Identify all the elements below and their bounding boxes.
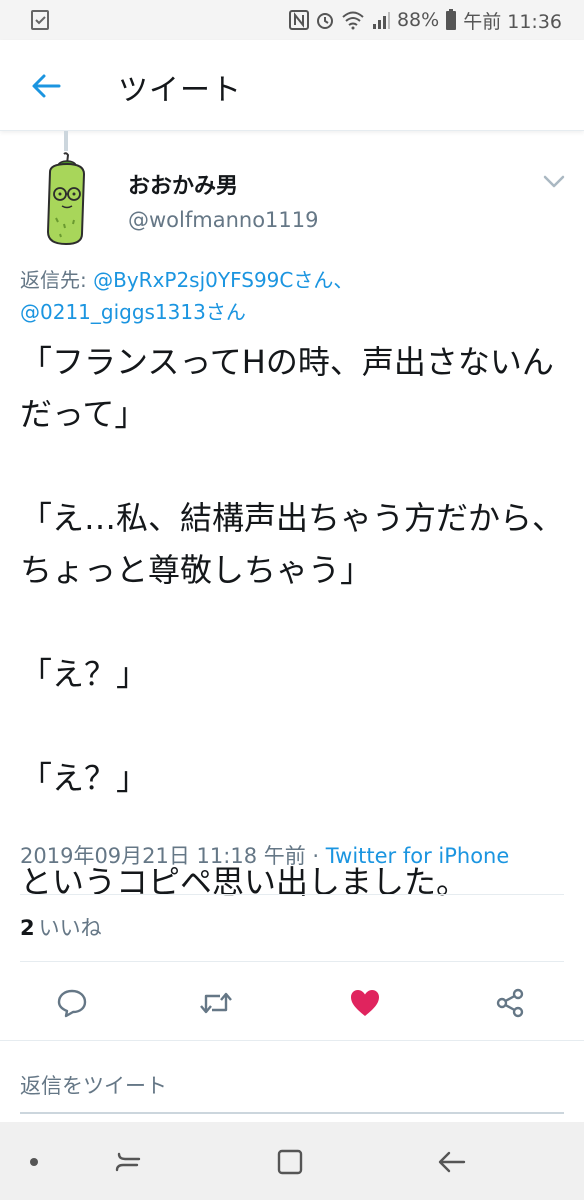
- tweet-timestamp: 2019年09月21日 11:18 午前 ·: [20, 844, 326, 868]
- status-bar: 88% 午前 11:36: [0, 0, 584, 40]
- tweet-text: 「フランスってHの時、声出さないんだって」 「え…私、結構声出ちゃう方だから、ち…: [20, 336, 568, 908]
- divider: [20, 894, 564, 895]
- nfc-icon: [288, 10, 309, 30]
- chevron-down-icon: [543, 175, 565, 188]
- more-options-button[interactable]: [540, 168, 568, 196]
- tweet-line: 「え？」: [20, 655, 149, 693]
- tweet-actions: [0, 975, 584, 1031]
- tweet-source-link[interactable]: Twitter for iPhone: [326, 844, 510, 868]
- back-button[interactable]: [26, 66, 66, 106]
- signal-icon: [371, 10, 391, 30]
- likes-label: いいね: [38, 916, 102, 940]
- reply-icon: [57, 989, 87, 1018]
- arrow-left-icon: [32, 74, 61, 98]
- thread-line: [64, 131, 68, 151]
- share-icon: [496, 988, 524, 1018]
- avatar[interactable]: [34, 152, 98, 248]
- heart-icon: [351, 990, 379, 1016]
- likes-summary[interactable]: 2 いいね: [20, 912, 102, 942]
- back-arrow-icon: [438, 1151, 466, 1173]
- dot-icon: [30, 1158, 38, 1166]
- tweet-line: 「フランスってHの時、声出さないんだって」: [20, 343, 554, 433]
- tweet-line: 「え？」: [20, 759, 149, 797]
- reply-prefix: 返信先:: [20, 268, 94, 292]
- battery-percent: 88%: [396, 9, 440, 31]
- clipboard-check-icon: [30, 9, 50, 31]
- retweet-button[interactable]: [198, 985, 234, 1021]
- retweet-icon: [200, 992, 232, 1014]
- like-button[interactable]: [347, 985, 383, 1021]
- battery-icon: [445, 9, 457, 31]
- author-name[interactable]: おおかみ男: [128, 168, 238, 200]
- status-icons: 88% 午前 11:36: [288, 6, 562, 34]
- reply-to: 返信先: @ByRxP2sj0YFS99Cさん、 @0211_giggs1313…: [20, 264, 570, 328]
- home-square-icon: [277, 1149, 303, 1175]
- share-button[interactable]: [492, 985, 528, 1021]
- system-back-button[interactable]: [432, 1142, 472, 1182]
- page-title: ツイート: [118, 73, 242, 108]
- likes-count: 2: [20, 916, 35, 940]
- recent-apps-button[interactable]: [108, 1142, 148, 1182]
- system-nav-bar: [0, 1122, 584, 1200]
- alarm-icon: [315, 10, 335, 30]
- home-button[interactable]: [270, 1142, 310, 1182]
- divider: [0, 1040, 584, 1041]
- nav-dot-button[interactable]: [14, 1142, 54, 1182]
- tweet-meta: 2019年09月21日 11:18 午前 · Twitter for iPhon…: [20, 840, 509, 870]
- wifi-icon: [341, 10, 365, 30]
- tweet-line: 「え…私、結構声出ちゃう方だから、ちょっと尊敬しちゃう」: [20, 499, 565, 589]
- reply-input[interactable]: 返信をツイート: [20, 1070, 167, 1100]
- divider: [20, 961, 564, 962]
- reply-input-underline: [20, 1112, 564, 1114]
- clock-time: 午前 11:36: [463, 10, 562, 33]
- author-handle[interactable]: @wolfmanno1119: [128, 208, 319, 232]
- reply-mention-link[interactable]: @ByRxP2sj0YFS99Cさん、: [93, 268, 353, 292]
- reply-mention-link[interactable]: @0211_giggs1313さん: [20, 300, 246, 324]
- recent-apps-icon: [115, 1152, 141, 1172]
- app-header: ツイート: [0, 40, 584, 131]
- reply-button[interactable]: [54, 985, 90, 1021]
